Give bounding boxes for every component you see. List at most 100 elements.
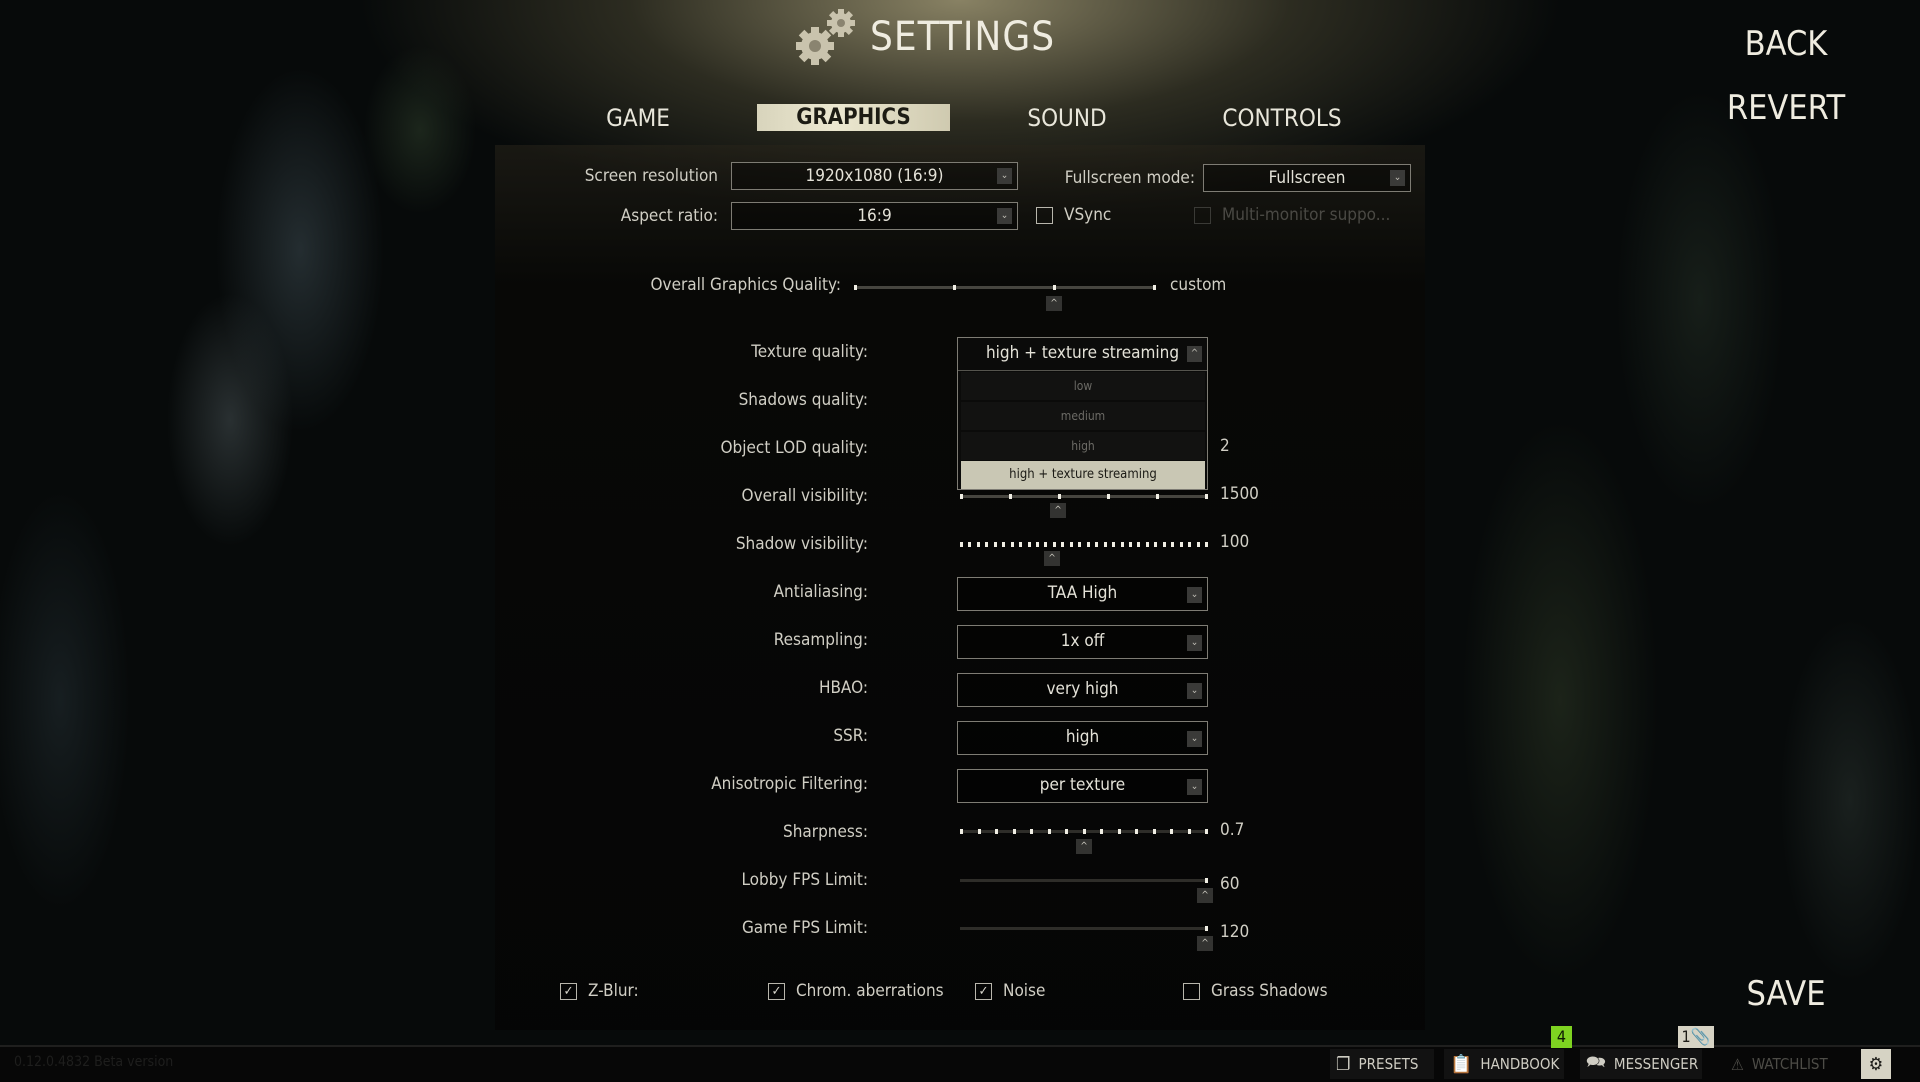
- lobby-fps-value: 60: [1220, 874, 1240, 894]
- multi-monitor-checkbox[interactable]: [1194, 207, 1211, 224]
- chrom-aberrations-checkbox[interactable]: ✓: [768, 983, 785, 1000]
- screen-resolution-dropdown[interactable]: 1920x1080 (16:9) ⌄: [731, 162, 1018, 190]
- vsync-checkbox[interactable]: [1036, 207, 1053, 224]
- tab-game[interactable]: GAME: [606, 104, 670, 132]
- texture-quality-dropdown[interactable]: high + texture streaming ^ low medium hi…: [957, 337, 1208, 490]
- presets-icon: ❐: [1336, 1053, 1351, 1075]
- watchlist-button[interactable]: ⚠ WATCHLIST: [1725, 1049, 1845, 1079]
- overall-visibility-slider-handle[interactable]: ^: [1050, 503, 1066, 518]
- aspect-ratio-label: Aspect ratio:: [620, 206, 718, 226]
- overall-quality-label: Overall Graphics Quality:: [650, 275, 841, 295]
- slider-tick: [1065, 829, 1068, 834]
- overall-quality-value: custom: [1170, 275, 1227, 295]
- game-fps-slider-handle[interactable]: ^: [1197, 936, 1213, 951]
- screen-resolution-value: 1920x1080 (16:9): [805, 166, 944, 186]
- slider-tick: [960, 542, 963, 547]
- grass-shadows-label: Grass Shadows: [1211, 981, 1328, 1001]
- game-fps-slider[interactable]: ^: [960, 926, 1213, 951]
- slider-tick: [1120, 542, 1124, 547]
- texture-option-medium[interactable]: medium: [961, 402, 1205, 430]
- anisotropic-value: per texture: [1039, 775, 1126, 795]
- aspect-ratio-dropdown[interactable]: 16:9 ⌄: [731, 202, 1018, 230]
- antialiasing-value: TAA High: [1047, 583, 1118, 603]
- slider-tick: [1009, 494, 1012, 499]
- messenger-button[interactable]: 🗪 MESSENGER: [1580, 1049, 1702, 1079]
- game-fps-value: 120: [1220, 922, 1250, 942]
- chevron-down-icon: ⌄: [1390, 170, 1405, 186]
- shadow-visibility-slider-handle[interactable]: ^: [1044, 551, 1060, 566]
- slider-tick: [1052, 542, 1056, 547]
- texture-option-low[interactable]: low: [961, 372, 1205, 400]
- tab-controls[interactable]: CONTROLS: [1222, 104, 1341, 132]
- grass-shadows-checkbox[interactable]: [1183, 983, 1200, 1000]
- ssr-dropdown[interactable]: high ⌄: [957, 721, 1208, 755]
- presets-button[interactable]: ❐ PRESETS: [1330, 1049, 1434, 1079]
- messenger-icon: 🗪: [1586, 1051, 1606, 1071]
- lobby-fps-slider[interactable]: ^: [960, 878, 1213, 903]
- back-button[interactable]: BACK: [1745, 24, 1828, 64]
- overall-quality-slider-handle[interactable]: ^: [1046, 296, 1062, 311]
- sharpness-slider[interactable]: ^: [960, 829, 1208, 854]
- overall-visibility-label: Overall visibility:: [741, 486, 868, 506]
- slider-tick: [960, 829, 963, 834]
- slider-tick: [1103, 542, 1107, 547]
- slider-tick: [953, 285, 956, 290]
- slider-tick: [1205, 494, 1208, 499]
- fullscreen-mode-value: Fullscreen: [1268, 168, 1346, 188]
- sharpness-label: Sharpness:: [783, 822, 868, 842]
- handbook-button[interactable]: 📋 HANDBOOK: [1444, 1049, 1564, 1079]
- lobby-fps-slider-handle[interactable]: ^: [1197, 888, 1213, 903]
- slider-tick: [1137, 542, 1141, 547]
- slider-tick: [1086, 542, 1090, 547]
- version-text: 0.12.0.4832 Beta version: [14, 1054, 174, 1070]
- revert-button[interactable]: REVERT: [1727, 88, 1845, 128]
- tab-graphics[interactable]: GRAPHICS: [757, 104, 950, 131]
- slider-tick: [995, 829, 998, 834]
- handbook-badge: 4: [1551, 1026, 1572, 1048]
- handbook-label: HANDBOOK: [1480, 1055, 1560, 1073]
- gears-icon: [796, 9, 855, 65]
- tab-sound[interactable]: SOUND: [1027, 104, 1106, 132]
- hbao-label: HBAO:: [818, 678, 868, 698]
- sharpness-slider-handle[interactable]: ^: [1076, 839, 1092, 854]
- settings-button[interactable]: ⚙: [1861, 1049, 1891, 1079]
- slider-tick: [1188, 542, 1192, 547]
- overall-visibility-slider[interactable]: ^: [960, 494, 1208, 518]
- hbao-dropdown[interactable]: very high ⌄: [957, 673, 1208, 707]
- chevron-down-icon: ⌄: [997, 208, 1012, 224]
- slider-tick: [1112, 542, 1116, 547]
- slider-tick: [1162, 542, 1166, 547]
- shadow-visibility-slider[interactable]: ^: [960, 542, 1208, 566]
- slider-tick: [1044, 542, 1048, 547]
- fullscreen-mode-dropdown[interactable]: Fullscreen ⌄: [1203, 164, 1411, 192]
- slider-tick: [1047, 829, 1051, 834]
- save-button[interactable]: SAVE: [1746, 974, 1825, 1014]
- slider-tick: [1095, 542, 1099, 547]
- texture-option-high-streaming[interactable]: high + texture streaming: [961, 461, 1205, 489]
- slider-tick: [1002, 542, 1006, 547]
- antialiasing-dropdown[interactable]: TAA High ⌄: [957, 577, 1208, 611]
- paperclip-icon: 📎: [1690, 1027, 1711, 1046]
- resampling-dropdown[interactable]: 1x off ⌄: [957, 625, 1208, 659]
- chevron-down-icon: ⌄: [1187, 683, 1202, 699]
- texture-option-high[interactable]: high: [961, 432, 1205, 460]
- chevron-down-icon: ⌄: [1187, 587, 1202, 603]
- slider-tick: [1036, 542, 1040, 547]
- slider-tick: [1100, 829, 1103, 834]
- noise-label: Noise: [1003, 981, 1046, 1001]
- slider-tick: [1128, 542, 1132, 547]
- ssr-label: SSR:: [833, 726, 868, 746]
- slider-tick: [1154, 542, 1158, 547]
- overall-quality-slider[interactable]: ^: [854, 285, 1156, 311]
- shadow-visibility-label: Shadow visibility:: [735, 534, 868, 554]
- lobby-fps-label: Lobby FPS Limit:: [741, 870, 868, 890]
- slider-tick: [1153, 285, 1156, 290]
- game-fps-label: Game FPS Limit:: [741, 918, 868, 938]
- slider-tick: [854, 285, 857, 290]
- chevron-down-icon: ⌄: [1187, 779, 1202, 795]
- z-blur-checkbox[interactable]: ✓: [560, 983, 577, 1000]
- texture-quality-current[interactable]: high + texture streaming ^: [958, 338, 1207, 371]
- noise-checkbox[interactable]: ✓: [975, 983, 992, 1000]
- chrom-aberrations-label: Chrom. aberrations: [796, 981, 944, 1001]
- anisotropic-dropdown[interactable]: per texture ⌄: [957, 769, 1208, 803]
